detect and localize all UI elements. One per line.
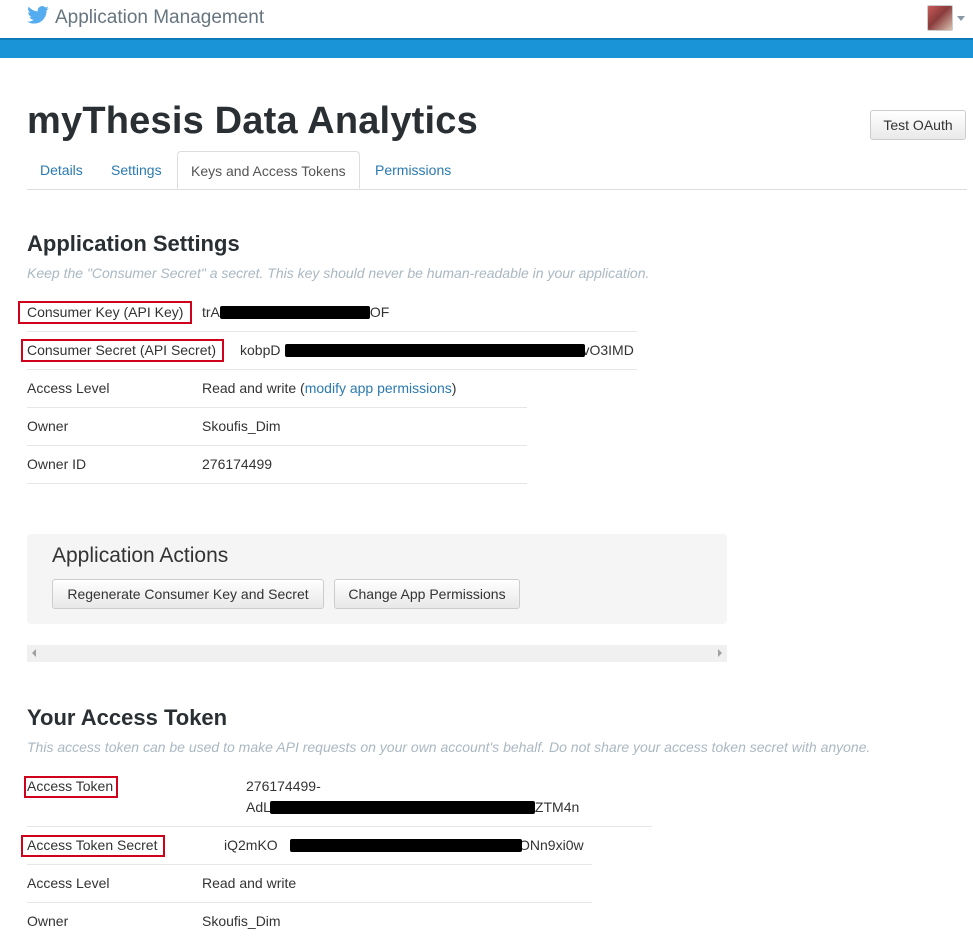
token-access-level-label: Access Level: [27, 875, 110, 891]
tab-details[interactable]: Details: [27, 151, 96, 188]
consumer-key-label: Consumer Key (API Key): [27, 304, 184, 320]
caret-down-icon[interactable]: [957, 15, 965, 21]
access-level-text: Read and write (: [202, 380, 305, 396]
application-settings-heading: Application Settings: [27, 231, 240, 256]
app-management-title: Application Management: [55, 6, 265, 28]
consumer-key-start: trA: [202, 304, 220, 320]
redaction-mark: [285, 344, 585, 357]
row-divider: [27, 369, 637, 370]
row-divider: [27, 407, 527, 408]
access-token-label: Access Token: [27, 778, 114, 794]
consumer-secret-hint: Keep the "Consumer Secret" a secret. Thi…: [27, 265, 650, 281]
horizontal-scrollbar[interactable]: [27, 645, 727, 662]
header-accent-bar: [0, 38, 973, 58]
owner-id-label: Owner ID: [27, 456, 87, 472]
redaction-mark: [270, 801, 535, 814]
owner-id-value: 276174499: [202, 456, 273, 472]
your-access-token-heading: Your Access Token: [27, 705, 228, 730]
row-divider: [27, 483, 527, 484]
tab-settings[interactable]: Settings: [98, 151, 175, 188]
access-token-secret-label: Access Token Secret: [27, 837, 158, 853]
row-divider: [27, 445, 527, 446]
tab-permissions[interactable]: Permissions: [362, 151, 464, 188]
tab-bar: Details Settings Keys and Access Tokens …: [27, 151, 967, 190]
twitter-bird-icon: [27, 6, 49, 29]
access-level-suffix: ): [451, 380, 457, 396]
access-token-end: ZTM4n: [534, 799, 580, 815]
user-menu[interactable]: [927, 5, 965, 31]
access-token-start: AdL: [246, 799, 271, 815]
application-actions-heading: Application Actions: [52, 544, 229, 567]
page-title: myThesis Data Analytics: [27, 100, 478, 142]
consumer-secret-end: vO3IMD: [582, 342, 634, 358]
tab-keys-and-access-tokens[interactable]: Keys and Access Tokens: [177, 151, 360, 189]
scroll-left-icon[interactable]: [32, 649, 36, 657]
redaction-mark: [290, 839, 522, 852]
owner-value: Skoufis_Dim: [202, 418, 281, 434]
consumer-secret-start: kobpD: [240, 342, 281, 358]
token-owner-label: Owner: [27, 913, 69, 929]
modify-app-permissions-link[interactable]: modify app permissions: [305, 380, 452, 396]
redaction-mark: [220, 306, 370, 319]
test-oauth-button[interactable]: Test OAuth: [870, 110, 966, 140]
application-actions-panel: Application Actions Regenerate Consumer …: [27, 534, 727, 624]
brand[interactable]: Application Management: [27, 6, 264, 29]
regenerate-consumer-key-button[interactable]: Regenerate Consumer Key and Secret: [52, 579, 324, 609]
access-level-label: Access Level: [27, 380, 110, 396]
avatar[interactable]: [927, 5, 953, 31]
row-divider: [27, 864, 592, 865]
token-access-level-value: Read and write: [202, 875, 297, 891]
scroll-right-icon[interactable]: [718, 649, 722, 657]
access-level-value: Read and write (modify app permissions): [202, 380, 456, 396]
access-token-secret-start: iQ2mKO: [224, 837, 278, 853]
row-divider: [27, 902, 592, 903]
top-navbar: Application Management: [0, 0, 973, 39]
row-divider: [27, 826, 652, 827]
consumer-key-end: OF: [369, 304, 390, 320]
token-owner-value: Skoufis_Dim: [202, 913, 281, 929]
access-token-value-line1: 276174499-: [246, 778, 321, 794]
row-divider: [27, 331, 637, 332]
change-app-permissions-button[interactable]: Change App Permissions: [334, 579, 520, 609]
access-token-hint: This access token can be used to make AP…: [27, 739, 871, 755]
owner-label: Owner: [27, 418, 69, 434]
consumer-secret-label: Consumer Secret (API Secret): [27, 342, 217, 358]
